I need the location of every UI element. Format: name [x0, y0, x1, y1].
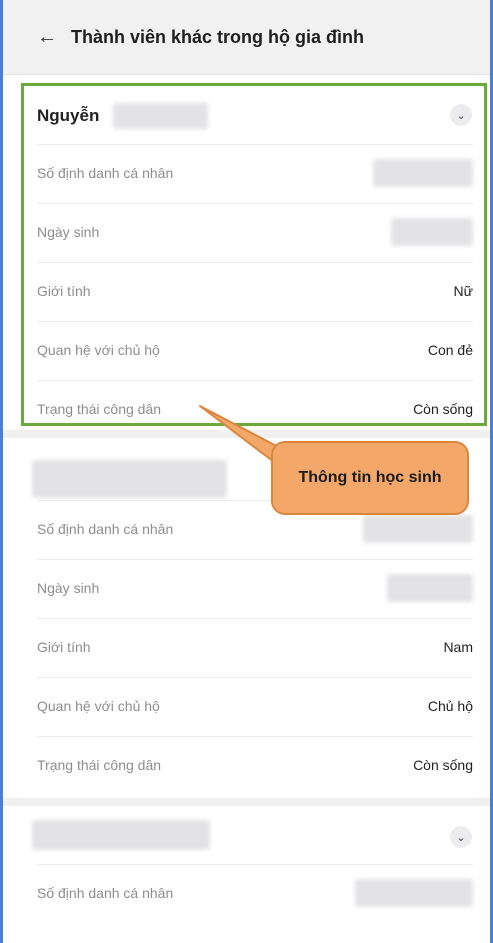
callout-label: Thông tin học sinh: [271, 441, 469, 515]
callout-text: Thông tin học sinh: [298, 469, 442, 486]
